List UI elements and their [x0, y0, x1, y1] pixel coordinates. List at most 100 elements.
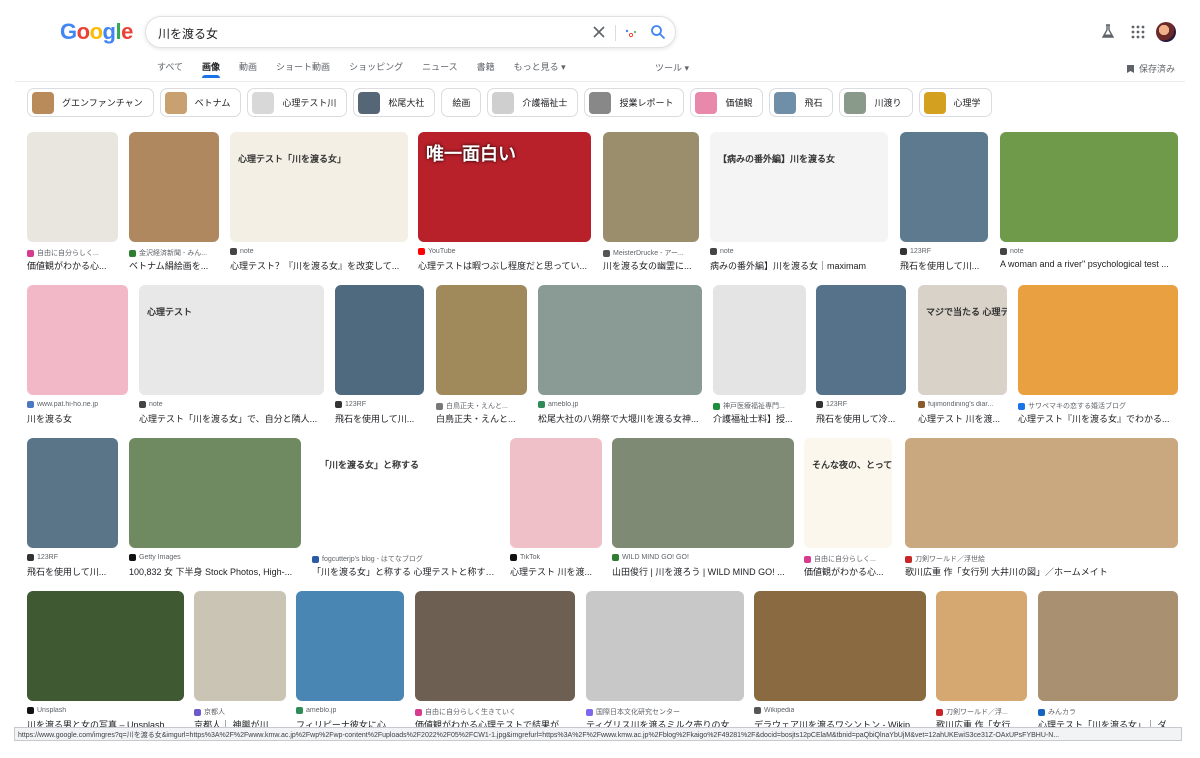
result-source[interactable]: Getty Images: [129, 554, 301, 561]
result-thumbnail[interactable]: [754, 591, 926, 701]
result-source[interactable]: TikTok: [510, 554, 602, 561]
tab-item[interactable]: 動画: [239, 60, 257, 76]
result-title[interactable]: 心理テスト『川を渡る女』でわかる...: [1018, 412, 1178, 425]
search-input[interactable]: 川を渡る女: [158, 25, 218, 42]
result-title[interactable]: 川を渡る女: [27, 412, 128, 425]
result-title[interactable]: 飛石を使用して川...: [900, 259, 988, 272]
result-source[interactable]: Unsplash: [27, 707, 184, 714]
search-box[interactable]: 川を渡る女: [145, 16, 676, 48]
result-title[interactable]: 介護福祉士料】授...: [713, 412, 806, 425]
tab-item[interactable]: もっと見る ▾: [514, 60, 566, 76]
result-title[interactable]: 心理テストは暇つぶし程度だと思ってい...: [418, 259, 591, 272]
result-source[interactable]: fogcutterjp's blog - はてなブログ: [312, 554, 499, 564]
related-chip[interactable]: グエンファンチャン: [27, 88, 154, 117]
result-source[interactable]: 123RF: [816, 401, 906, 408]
result-source[interactable]: 123RF: [335, 401, 424, 408]
result-title[interactable]: 山田俊行 | 川を渡ろう | WILD MIND GO! ...: [612, 565, 794, 578]
result-source[interactable]: note: [710, 248, 888, 255]
result-source[interactable]: Wikipedia: [754, 707, 926, 714]
result-source[interactable]: 金沢経済新聞 - みん...: [129, 248, 219, 258]
related-chip[interactable]: 心理テスト川: [247, 88, 348, 117]
tools-menu[interactable]: ツール ▾: [655, 61, 689, 74]
related-chip[interactable]: 絵画: [441, 88, 482, 117]
result-source[interactable]: www.pat.hi-ho.ne.jp: [27, 401, 128, 408]
search-icon[interactable]: [650, 24, 666, 40]
result-thumbnail[interactable]: [194, 591, 286, 701]
result-thumbnail[interactable]: [27, 132, 118, 242]
result-thumbnail[interactable]: [1000, 132, 1178, 242]
related-chip[interactable]: 松尾大社: [353, 88, 436, 117]
result-title[interactable]: 飛石を使用して川...: [27, 565, 118, 578]
result-thumbnail[interactable]: [936, 591, 1027, 701]
result-title[interactable]: 価値観がわかる心...: [27, 259, 118, 272]
result-source[interactable]: note: [1000, 248, 1178, 255]
result-thumbnail[interactable]: 唯一面白い: [418, 132, 591, 242]
result-thumbnail[interactable]: [900, 132, 988, 242]
tab-item[interactable]: ショッピング: [349, 60, 403, 76]
result-source[interactable]: ameblo.jp: [538, 401, 702, 408]
result-thumbnail[interactable]: [905, 438, 1178, 548]
result-title[interactable]: 心理テスト？『川を渡る女』を改変して...: [230, 259, 408, 272]
result-source[interactable]: ameblo.jp: [296, 707, 404, 714]
result-title[interactable]: 白鳥正夫・えんと...: [436, 412, 527, 425]
result-source[interactable]: 123RF: [900, 248, 988, 255]
result-title[interactable]: ベトナム絹絵画を...: [129, 259, 219, 272]
result-source[interactable]: 刀剣ワールド／浮世絵: [905, 554, 1178, 564]
result-thumbnail[interactable]: [27, 591, 184, 701]
tab-item[interactable]: ニュース: [422, 60, 458, 76]
result-thumbnail[interactable]: [603, 132, 699, 242]
result-thumbnail[interactable]: [27, 285, 128, 395]
result-source[interactable]: YouTube: [418, 248, 591, 255]
result-thumbnail[interactable]: [612, 438, 794, 548]
result-source[interactable]: 123RF: [27, 554, 118, 561]
related-chip[interactable]: 川渡り: [839, 88, 913, 117]
result-source[interactable]: WILD MIND GO! GO!: [612, 554, 794, 561]
result-title[interactable]: 心理テスト 川を渡...: [918, 412, 1007, 425]
result-source[interactable]: note: [230, 248, 408, 255]
tab-item[interactable]: 画像: [202, 60, 221, 78]
result-source[interactable]: 刀剣ワールド／浮...: [936, 707, 1027, 717]
result-source[interactable]: みんカラ: [1038, 707, 1178, 717]
result-thumbnail[interactable]: 心理テスト: [139, 285, 324, 395]
result-title[interactable]: 心理テスト 川を渡...: [510, 565, 602, 578]
result-source[interactable]: 自由に自分らしく生きていく: [415, 707, 575, 717]
tab-item[interactable]: 書籍: [477, 60, 495, 76]
result-thumbnail[interactable]: [415, 591, 575, 701]
result-title[interactable]: 病みの番外編】川を渡る女｜maximam: [710, 259, 888, 272]
result-source[interactable]: サワペマキの恋する婚活ブログ: [1018, 401, 1178, 411]
result-thumbnail[interactable]: [129, 132, 219, 242]
result-title[interactable]: 飛石を使用して川...: [335, 412, 424, 425]
related-chip[interactable]: 心理学: [918, 88, 992, 117]
lens-icon[interactable]: [624, 25, 638, 41]
result-title[interactable]: 松尾大社の八朔祭で大堰川を渡る女神...: [538, 412, 702, 425]
result-title[interactable]: 川を渡る女の幽霊に...: [603, 259, 699, 272]
result-thumbnail[interactable]: [1018, 285, 1178, 395]
result-title[interactable]: 飛石を使用して冷...: [816, 412, 906, 425]
result-thumbnail[interactable]: [1038, 591, 1178, 701]
result-thumbnail[interactable]: [816, 285, 906, 395]
result-source[interactable]: MeisterDrucke - アー...: [603, 248, 699, 258]
result-thumbnail[interactable]: [335, 285, 424, 395]
result-title[interactable]: 100,832 女 下半身 Stock Photos, High-...: [129, 565, 301, 578]
saved-button[interactable]: 保存済み: [1126, 62, 1175, 75]
result-title[interactable]: 心理テスト「川を渡る女」で、自分と隣人...: [139, 412, 324, 425]
result-title[interactable]: 歌川広重 作「女行列 大井川の図」／ホームメイト: [905, 565, 1178, 578]
avatar[interactable]: [1156, 22, 1176, 42]
tab-item[interactable]: すべて: [157, 60, 183, 76]
related-chip[interactable]: 介護福祉士: [487, 88, 579, 117]
result-source[interactable]: 自由に自分らしく...: [804, 554, 892, 564]
result-source[interactable]: 京都人: [194, 707, 286, 717]
result-thumbnail[interactable]: 心理テスト「川を渡る女」: [230, 132, 408, 242]
result-source[interactable]: fujimondining's diar...: [918, 401, 1007, 408]
result-thumbnail[interactable]: [510, 438, 602, 548]
result-thumbnail[interactable]: 「川を渡る女」と称する: [312, 438, 499, 548]
result-source[interactable]: 国際日本文化研究センター: [586, 707, 744, 717]
close-icon[interactable]: [591, 24, 607, 40]
tab-item[interactable]: ショート動画: [276, 60, 330, 76]
result-thumbnail[interactable]: そんな夜の、とっておき: [804, 438, 892, 548]
result-thumbnail[interactable]: [27, 438, 118, 548]
result-thumbnail[interactable]: [129, 438, 301, 548]
apps-grid-icon[interactable]: [1131, 25, 1145, 39]
related-chip[interactable]: ベトナム: [159, 88, 242, 117]
result-source[interactable]: note: [139, 401, 324, 408]
